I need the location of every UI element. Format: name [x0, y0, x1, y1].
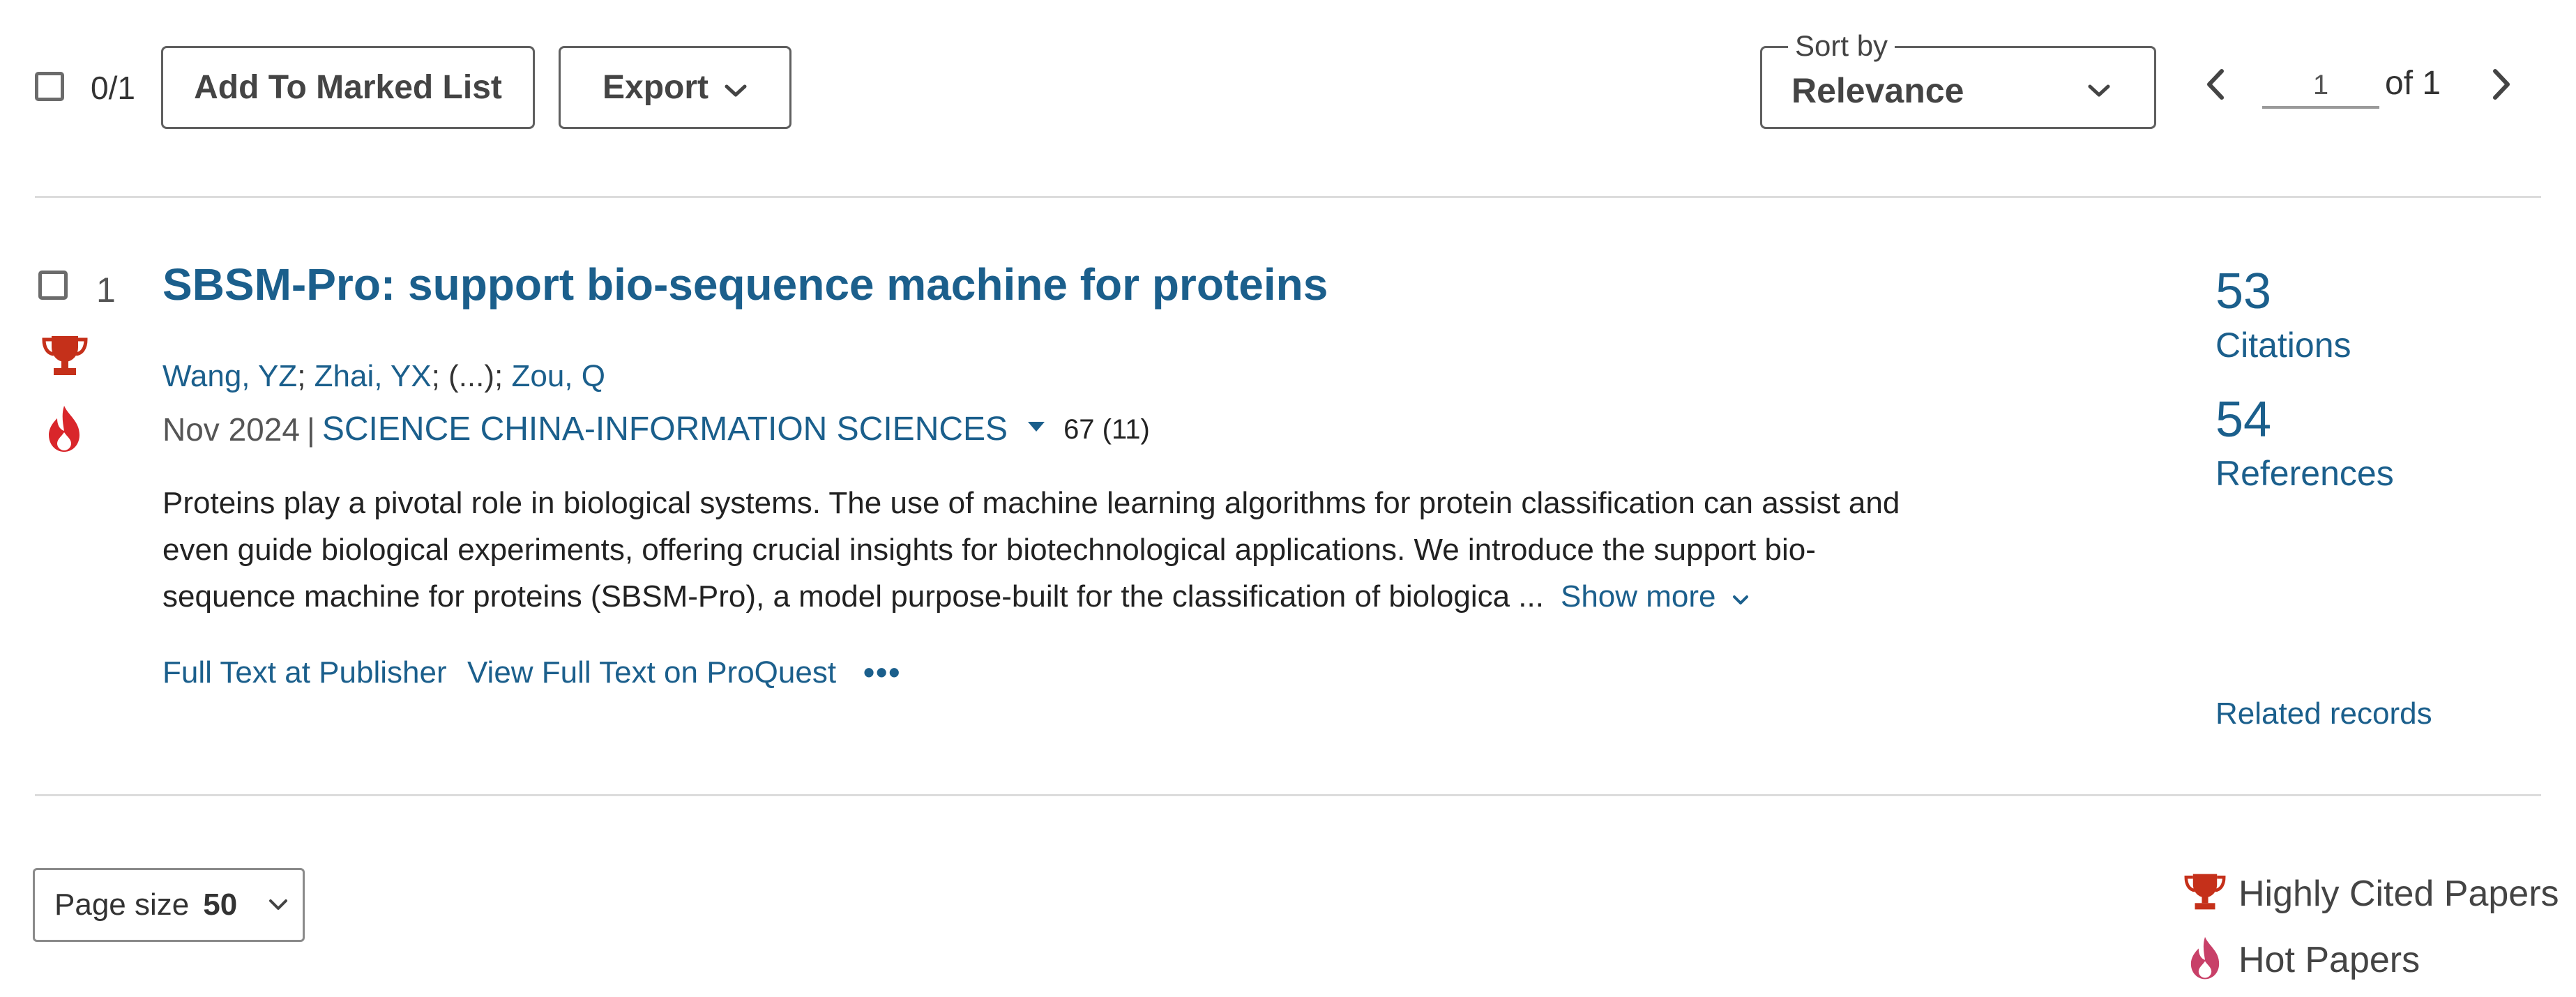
abstract-line: Proteins play a pivotal role in biologic… [162, 486, 1900, 520]
page-size-value: 50 [203, 888, 238, 922]
chevron-down-icon [1732, 595, 1748, 604]
record-checkbox[interactable] [38, 271, 68, 300]
sort-by-label: Sort by [1788, 31, 1895, 61]
flame-icon [49, 406, 79, 452]
references-label[interactable]: References [2215, 456, 2394, 491]
page-total-label: of 1 [2385, 65, 2441, 102]
publication-date: Nov 2024 [162, 411, 300, 448]
trophy-icon [2184, 874, 2226, 910]
full-text-publisher-link[interactable]: Full Text at Publisher [162, 657, 447, 688]
next-page-icon[interactable] [2487, 67, 2515, 102]
author-separator: ; [297, 359, 315, 393]
meta-separator: | [306, 411, 315, 448]
page-size-label: Page size [54, 888, 190, 922]
journal-link[interactable]: SCIENCE CHINA-INFORMATION SCIENCES [322, 413, 1008, 446]
chevron-down-icon [725, 84, 747, 96]
previous-page-icon[interactable] [2202, 67, 2230, 102]
flame-icon [2190, 936, 2220, 980]
chevron-down-icon [2088, 84, 2110, 97]
add-to-marked-list-label: Add To Marked List [194, 69, 502, 106]
record-index: 1 [96, 271, 116, 310]
legend-highly-cited-label: Highly Cited Papers [2238, 874, 2559, 914]
caret-down-icon[interactable] [1026, 420, 1047, 434]
select-all-checkbox[interactable] [35, 72, 64, 101]
citations-count[interactable]: 53 [2215, 266, 2271, 317]
author-link[interactable]: Zhai, YX [315, 359, 432, 393]
abstract-line-text: sequence machine for proteins (SBSM-Pro)… [162, 579, 1544, 614]
related-records-link[interactable]: Related records [2215, 699, 2432, 729]
show-more-link[interactable]: Show more [1561, 579, 1750, 614]
author-list: Wang, YZ; Zhai, YX; (...); Zou, Q [162, 361, 605, 392]
citations-label[interactable]: Citations [2215, 328, 2351, 363]
export-button[interactable]: Export [559, 46, 791, 129]
publication-meta: Nov 2024 | SCIENCE CHINA-INFORMATION SCI… [162, 413, 1150, 446]
chevron-down-icon [269, 899, 288, 910]
sort-by-value: Relevance [1791, 71, 1964, 110]
toolbar-divider [35, 196, 2541, 198]
add-to-marked-list-button[interactable]: Add To Marked List [161, 46, 535, 129]
page-number-input[interactable] [2262, 64, 2379, 109]
export-label: Export [602, 69, 709, 106]
author-ellipsis: (...) [448, 359, 495, 393]
references-count[interactable]: 54 [2215, 395, 2271, 445]
selection-count: 0/1 [91, 70, 135, 106]
author-link[interactable]: Zou, Q [511, 359, 605, 393]
show-more-label: Show more [1560, 579, 1716, 614]
page-size-dropdown[interactable]: Page size 50 [33, 868, 305, 942]
record-title-link[interactable]: SBSM-Pro: support bio-sequence machine f… [162, 262, 1328, 307]
abstract-text: Proteins play a pivotal role in biologic… [162, 480, 2031, 620]
more-options-icon[interactable]: ••• [863, 656, 901, 688]
author-link[interactable]: Wang, YZ [162, 359, 297, 393]
author-separator: ; [431, 359, 449, 393]
abstract-line: sequence machine for proteins (SBSM-Pro)… [162, 573, 2031, 620]
abstract-line: even guide biological experiments, offer… [162, 533, 1816, 567]
author-separator: ; [494, 359, 512, 393]
volume-issue: 67 (11) [1063, 414, 1150, 445]
trophy-icon [42, 336, 88, 375]
legend-hot-papers-label: Hot Papers [2238, 940, 2420, 980]
full-text-proquest-link[interactable]: View Full Text on ProQuest [467, 657, 836, 688]
sort-by-dropdown[interactable]: Sort by Relevance [1760, 31, 2156, 129]
record-divider [35, 794, 2541, 796]
